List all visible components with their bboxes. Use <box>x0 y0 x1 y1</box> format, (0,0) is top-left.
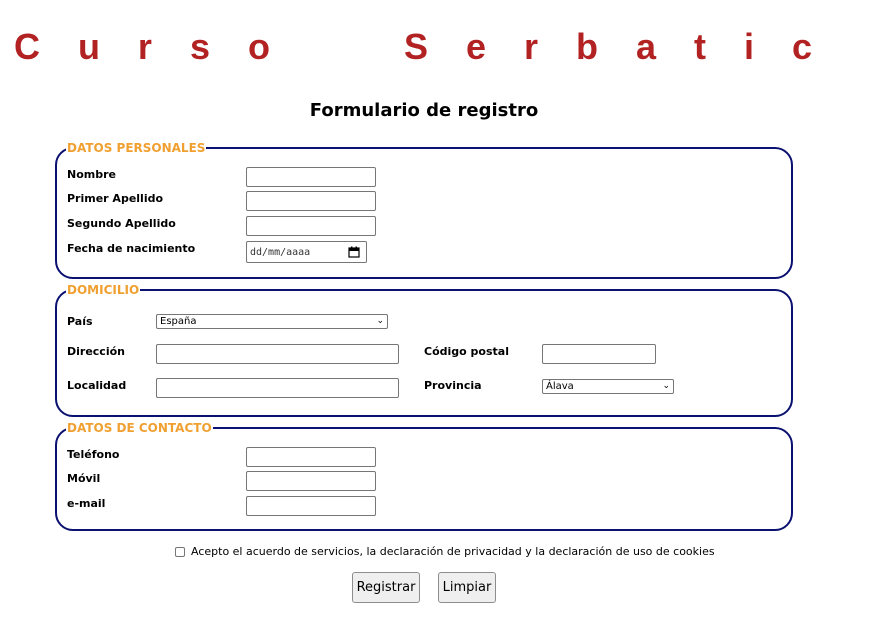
pais-select[interactable]: España ⌄ <box>156 314 388 329</box>
calendar-icon[interactable] <box>348 246 360 258</box>
consent-row: Acepto el acuerdo de servicios, la decla… <box>175 545 715 558</box>
contacto-section: DATOS DE CONTACTO <box>55 421 793 531</box>
telefono-input[interactable] <box>246 447 376 467</box>
personal-data-legend: DATOS PERSONALES <box>67 141 206 155</box>
registrar-button[interactable]: Registrar <box>352 572 420 603</box>
apellido2-label: Segundo Apellido <box>67 217 176 230</box>
movil-label: Móvil <box>67 472 101 485</box>
provincia-selected: Álava <box>546 381 574 392</box>
apellido1-label: Primer Apellido <box>67 192 164 205</box>
contacto-legend: DATOS DE CONTACTO <box>67 421 212 435</box>
site-title: C u r s o S e r b a t i c <box>13 26 827 67</box>
nombre-label: Nombre <box>67 168 116 181</box>
fecha-placeholder: dd/mm/aaaa <box>250 246 311 258</box>
pais-selected: España <box>160 316 197 327</box>
localidad-label: Localidad <box>67 379 127 392</box>
cp-input[interactable] <box>542 344 656 364</box>
email-label: e-mail <box>67 497 106 510</box>
nombre-input[interactable] <box>246 167 376 187</box>
limpiar-button[interactable]: Limpiar <box>438 572 496 603</box>
provincia-label: Provincia <box>424 379 482 392</box>
consent-checkbox[interactable] <box>175 546 185 557</box>
fecha-input[interactable]: dd/mm/aaaa <box>246 241 367 263</box>
localidad-input[interactable] <box>156 378 399 398</box>
domicilio-legend: DOMICILIO <box>67 283 140 297</box>
personal-data-section: DATOS PERSONALES <box>55 141 793 279</box>
cp-label: Código postal <box>424 345 509 358</box>
pais-label: País <box>67 315 93 328</box>
telefono-label: Teléfono <box>67 448 120 461</box>
direccion-input[interactable] <box>156 344 399 364</box>
direccion-label: Dirección <box>67 345 125 358</box>
consent-text: Acepto el acuerdo de servicios, la decla… <box>191 545 715 558</box>
chevron-down-icon: ⌄ <box>662 381 670 391</box>
email-input[interactable] <box>246 496 376 516</box>
fecha-label: Fecha de nacimiento <box>67 242 196 255</box>
apellido2-input[interactable] <box>246 216 376 236</box>
form-title: Formulario de registro <box>309 100 539 121</box>
apellido1-input[interactable] <box>246 191 376 211</box>
movil-input[interactable] <box>246 471 376 491</box>
chevron-down-icon: ⌄ <box>376 316 384 326</box>
provincia-select[interactable]: Álava ⌄ <box>542 379 674 394</box>
